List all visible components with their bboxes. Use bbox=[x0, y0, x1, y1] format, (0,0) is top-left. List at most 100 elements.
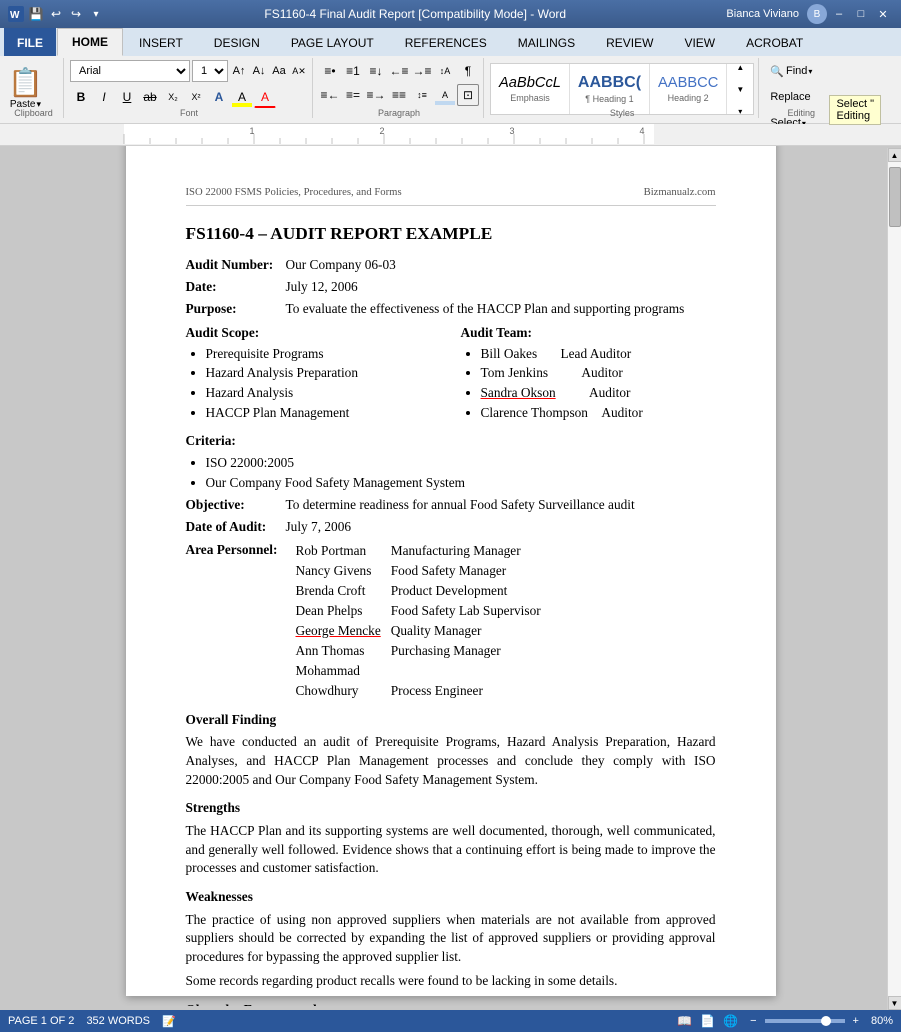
paste-button[interactable]: 📋 bbox=[8, 69, 43, 97]
sort-button[interactable]: ↕A bbox=[434, 60, 456, 82]
underline-button[interactable]: U bbox=[116, 86, 138, 108]
save-icon[interactable]: 💾 bbox=[28, 6, 44, 22]
multilevel-button[interactable]: ≡↓ bbox=[365, 60, 387, 82]
change-case-button[interactable]: Aa bbox=[270, 60, 288, 82]
bullets-button[interactable]: ≡• bbox=[319, 60, 341, 82]
title-bar-controls: Bianca Viviano B – □ ✕ bbox=[726, 4, 893, 24]
shading-button[interactable]: A bbox=[434, 84, 456, 106]
find-dropdown-icon[interactable]: ▾ bbox=[808, 67, 812, 76]
tab-view[interactable]: VIEW bbox=[669, 28, 730, 56]
read-mode-icon[interactable]: 📖 bbox=[677, 1014, 692, 1028]
bold-button[interactable]: B bbox=[70, 86, 92, 108]
paragraph-row2: ≡← ≡= ≡→ ≡≡ ↕≡ A ⊡ bbox=[319, 84, 479, 106]
show-marks-button[interactable]: ¶ bbox=[457, 60, 479, 82]
svg-text:3: 3 bbox=[509, 126, 514, 136]
header-left: ISO 22000 FSMS Policies, Procedures, and… bbox=[186, 186, 402, 201]
tab-file[interactable]: FILE bbox=[4, 28, 56, 56]
replace-button[interactable]: Replace bbox=[765, 86, 815, 108]
styles-up-button[interactable]: ▲ bbox=[729, 63, 751, 78]
decrease-indent-button[interactable]: ←≡ bbox=[388, 60, 410, 82]
strikethrough-button[interactable]: ab bbox=[139, 86, 161, 108]
purpose-row: Purpose: To evaluate the effectiveness o… bbox=[186, 300, 716, 319]
minimize-button[interactable]: – bbox=[829, 6, 849, 22]
editing-group-label: Editing bbox=[761, 108, 841, 118]
highlight-button[interactable]: A bbox=[231, 86, 253, 108]
date-audit-row: Date of Audit: July 7, 2006 bbox=[186, 518, 716, 537]
style-emphasis-preview: AaBbCcL bbox=[499, 75, 561, 91]
audit-number-row: Audit Number: Our Company 06-03 bbox=[186, 256, 716, 275]
objective-value: To determine readiness for annual Food S… bbox=[286, 496, 716, 515]
ribbon-tab-bar: FILE HOME INSERT DESIGN PAGE LAYOUT REFE… bbox=[0, 28, 901, 56]
date-row: Date: July 12, 2006 bbox=[186, 278, 716, 297]
align-left-button[interactable]: ≡← bbox=[319, 84, 341, 106]
scroll-thumb[interactable] bbox=[889, 167, 901, 227]
list-item: Sandra Okson Auditor bbox=[481, 384, 716, 403]
vertical-scrollbar[interactable]: ▲ ▼ bbox=[887, 148, 901, 1006]
zoom-slider[interactable] bbox=[765, 1019, 845, 1023]
scroll-down-arrow[interactable]: ▼ bbox=[888, 996, 901, 1006]
subscript-button[interactable]: X₂ bbox=[162, 86, 184, 108]
font-group: Arial 12 A↑ A↓ Aa A✕ B I U ab X₂ X² A A … bbox=[66, 58, 313, 118]
tab-references[interactable]: REFERENCES bbox=[390, 28, 502, 56]
font-shrink-button[interactable]: A↓ bbox=[250, 60, 268, 82]
tab-mailings[interactable]: MAILINGS bbox=[503, 28, 590, 56]
tab-design[interactable]: DESIGN bbox=[199, 28, 275, 56]
user-name: Bianca Viviano bbox=[726, 8, 799, 20]
area-personnel-names: Rob Portman Nancy Givens Brenda Croft De… bbox=[296, 541, 381, 701]
ribbon-toolbar: 📋 Paste ▾ Clipboard Arial 12 A↑ A↓ Aa A✕ bbox=[0, 56, 901, 124]
clipboard-group: 📋 Paste ▾ Clipboard bbox=[4, 58, 64, 118]
increase-indent-button[interactable]: →≡ bbox=[411, 60, 433, 82]
tab-page-layout[interactable]: PAGE LAYOUT bbox=[276, 28, 389, 56]
borders-button[interactable]: ⊡ bbox=[457, 84, 479, 106]
tab-review[interactable]: REVIEW bbox=[591, 28, 668, 56]
superscript-button[interactable]: X² bbox=[185, 86, 207, 108]
area-personnel-roles: Manufacturing Manager Food Safety Manage… bbox=[391, 541, 541, 701]
clear-format-button[interactable]: A✕ bbox=[290, 60, 308, 82]
word-icon: W bbox=[8, 6, 24, 22]
redo-icon[interactable]: ↪ bbox=[68, 6, 84, 22]
print-layout-icon[interactable]: 📄 bbox=[700, 1014, 715, 1028]
style-heading1[interactable]: AABBC( ¶ Heading 1 bbox=[570, 64, 650, 114]
font-color-button[interactable]: A bbox=[254, 86, 276, 108]
undo-icon[interactable]: ↩ bbox=[48, 6, 64, 22]
weaknesses-text1: The practice of using non approved suppl… bbox=[186, 911, 716, 967]
style-emphasis[interactable]: AaBbCcL Emphasis bbox=[491, 64, 570, 114]
justify-button[interactable]: ≡≡ bbox=[388, 84, 410, 106]
window-title: FS1160-4 Final Audit Report [Compatibili… bbox=[264, 7, 566, 21]
font-size-select[interactable]: 12 bbox=[192, 60, 228, 82]
italic-button[interactable]: I bbox=[93, 86, 115, 108]
list-item: Bill Oakes Lead Auditor bbox=[481, 345, 716, 364]
font-grow-button[interactable]: A↑ bbox=[230, 60, 248, 82]
list-item: Clarence Thompson Auditor bbox=[481, 404, 716, 423]
text-effect-button[interactable]: A bbox=[208, 86, 230, 108]
align-center-button[interactable]: ≡= bbox=[342, 84, 364, 106]
customize-icon[interactable]: ▾ bbox=[88, 6, 104, 22]
close-button[interactable]: ✕ bbox=[873, 6, 893, 22]
tab-insert[interactable]: INSERT bbox=[124, 28, 198, 56]
tab-acrobat[interactable]: ACROBAT bbox=[731, 28, 818, 56]
header-right: Bizmanualz.com bbox=[644, 186, 716, 201]
web-layout-icon[interactable]: 🌐 bbox=[723, 1014, 738, 1028]
align-right-button[interactable]: ≡→ bbox=[365, 84, 387, 106]
find-button[interactable]: 🔍 Find ▾ bbox=[765, 60, 817, 82]
strengths-text: The HACCP Plan and its supporting system… bbox=[186, 822, 716, 878]
font-name-select[interactable]: Arial bbox=[70, 60, 190, 82]
title-bar-title: FS1160-4 Final Audit Report [Compatibili… bbox=[104, 7, 726, 21]
numbering-button[interactable]: ≡1 bbox=[342, 60, 364, 82]
styles-down-button[interactable]: ▼ bbox=[729, 78, 751, 100]
zoom-level[interactable]: 80% bbox=[871, 1015, 893, 1027]
style-heading2[interactable]: AABBCC Heading 2 bbox=[650, 64, 727, 114]
maximize-button[interactable]: □ bbox=[851, 6, 871, 22]
page-header: ISO 22000 FSMS Policies, Procedures, and… bbox=[186, 186, 716, 206]
proofing-icon[interactable]: 📝 bbox=[162, 1015, 176, 1028]
page-info: PAGE 1 OF 2 bbox=[8, 1015, 74, 1028]
tab-home[interactable]: HOME bbox=[57, 28, 123, 56]
zoom-out-button[interactable]: − bbox=[750, 1015, 756, 1027]
scroll-up-arrow[interactable]: ▲ bbox=[888, 148, 901, 162]
scroll-track[interactable] bbox=[888, 162, 901, 996]
date-audit-value: July 7, 2006 bbox=[286, 518, 716, 537]
line-spacing-button[interactable]: ↕≡ bbox=[411, 84, 433, 106]
doc-title: FS1160-4 – AUDIT REPORT EXAMPLE bbox=[186, 222, 716, 246]
style-heading2-preview: AABBCC bbox=[658, 75, 718, 91]
zoom-in-button[interactable]: + bbox=[853, 1015, 859, 1027]
